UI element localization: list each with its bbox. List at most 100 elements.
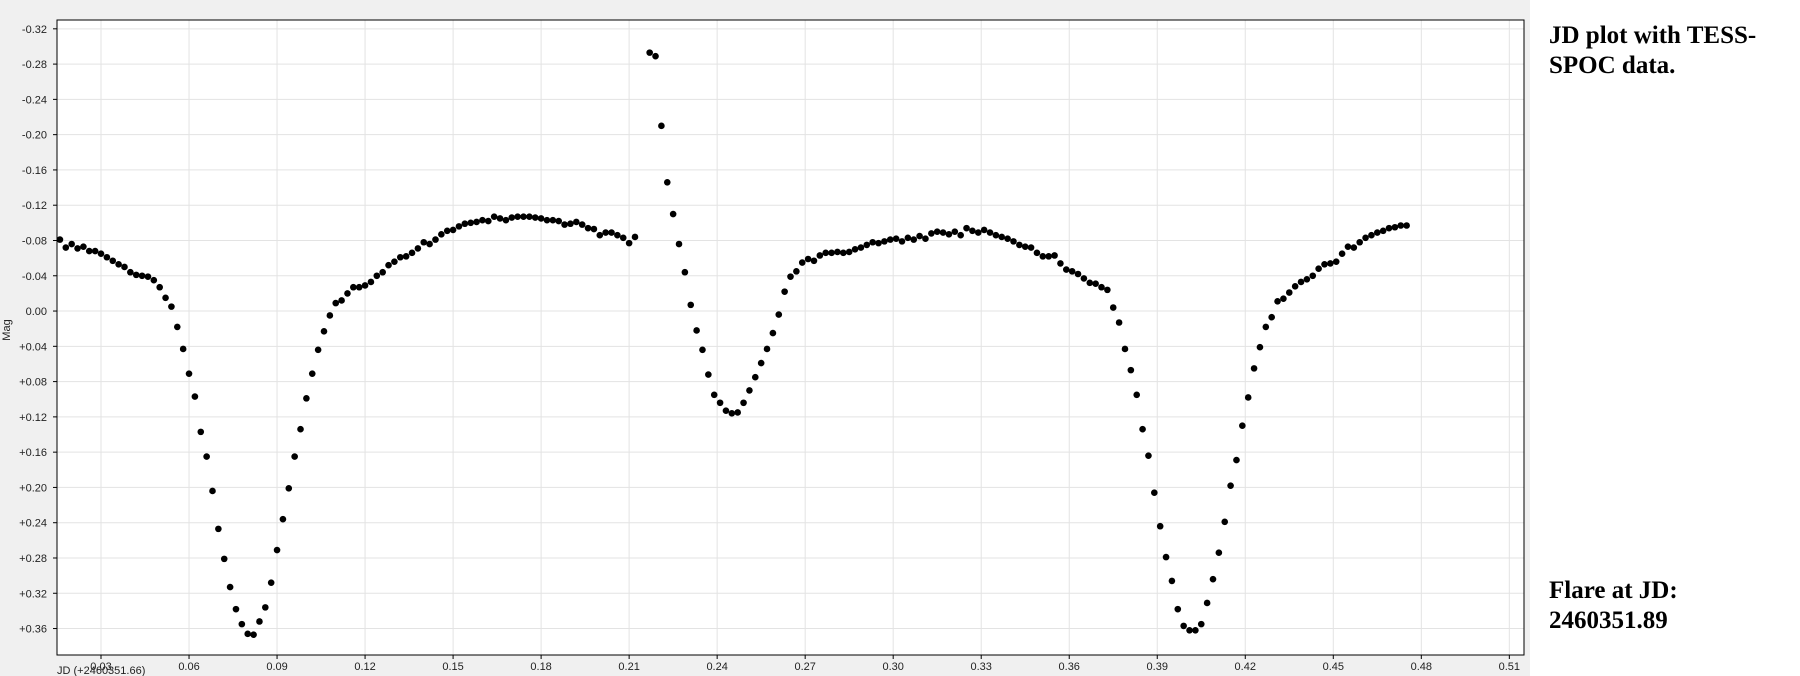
chart-caption: JD plot with TESS-SPOC data.	[1549, 22, 1757, 79]
x-tick-label: 0.06	[178, 661, 199, 673]
y-tick-label: -0.24	[22, 94, 47, 106]
data-point	[845, 248, 853, 256]
data-point	[816, 252, 824, 259]
data-point	[455, 223, 463, 230]
y-tick-label: +0.04	[19, 341, 47, 353]
data-point	[332, 299, 340, 307]
x-axis-ticks: 0.03 0.06 0.09 0.12 0.15 0.18 0.21 0.24 0.27 0.30…	[90, 655, 1520, 673]
data-point	[179, 345, 187, 353]
y-tick-label: +0.28	[19, 553, 47, 565]
data-point	[1168, 577, 1176, 585]
data-point	[775, 311, 783, 318]
data-point	[244, 630, 252, 638]
flare-annotation: Flare at JD: 2460351.89	[1549, 577, 1678, 634]
data-point	[220, 555, 228, 563]
x-tick-label: 0.45	[1323, 661, 1344, 673]
x-tick-label: 0.15	[442, 661, 463, 673]
data-point	[408, 249, 416, 257]
data-point	[1016, 241, 1023, 249]
data-point	[722, 407, 730, 415]
y-tick-label: -0.32	[22, 24, 47, 36]
data-point	[185, 370, 193, 377]
data-point	[992, 231, 1000, 239]
data-point	[1379, 227, 1387, 235]
data-point	[699, 346, 706, 354]
data-point	[687, 301, 695, 309]
data-point	[162, 294, 169, 302]
data-point	[1397, 222, 1405, 229]
data-point	[443, 227, 451, 235]
data-point	[1332, 258, 1340, 265]
data-point	[68, 240, 75, 248]
data-point	[898, 238, 906, 245]
data-point	[584, 224, 592, 232]
x-axis-title: JD (+2460351.66)	[57, 665, 145, 676]
y-tick-label: 0.00	[26, 306, 47, 318]
data-point	[769, 329, 777, 337]
data-point	[1221, 518, 1229, 526]
y-tick-label: -0.28	[22, 59, 47, 71]
data-point	[1291, 283, 1299, 290]
data-point	[197, 428, 205, 436]
data-point	[1104, 286, 1111, 294]
data-point	[168, 303, 175, 310]
data-point	[74, 245, 81, 252]
data-point	[226, 583, 234, 591]
data-point	[279, 515, 287, 523]
data-point	[1010, 238, 1017, 245]
data-point	[834, 248, 841, 256]
data-point	[267, 579, 275, 586]
data-point	[479, 216, 486, 224]
x-tick-label: 0.30	[882, 661, 903, 673]
data-point	[1315, 265, 1322, 273]
data-point	[1098, 283, 1105, 291]
data-point	[763, 345, 771, 353]
x-tick-label: 0.24	[706, 661, 727, 673]
data-point	[1156, 522, 1164, 530]
data-point	[1109, 304, 1117, 311]
data-point	[56, 236, 64, 243]
data-point	[432, 236, 439, 243]
data-point	[828, 249, 835, 257]
data-point	[1115, 319, 1123, 326]
y-tick-label: -0.08	[22, 235, 47, 247]
data-point	[922, 235, 929, 243]
data-point	[396, 253, 404, 261]
y-tick-label: +0.16	[19, 447, 47, 459]
data-point	[1197, 620, 1205, 628]
data-point	[590, 225, 598, 233]
data-point	[781, 288, 788, 295]
data-point	[514, 213, 521, 220]
data-point	[693, 327, 700, 334]
data-point	[173, 323, 181, 331]
data-point	[132, 271, 140, 279]
data-point	[1215, 549, 1223, 556]
data-point	[875, 239, 882, 247]
data-point	[1374, 229, 1381, 236]
data-point	[109, 257, 117, 265]
data-point	[1297, 278, 1305, 286]
data-point	[974, 229, 982, 236]
data-point	[951, 228, 959, 235]
y-tick-label: -0.20	[22, 130, 47, 142]
data-point	[1004, 235, 1011, 243]
data-point	[886, 236, 894, 243]
data-point	[573, 218, 580, 226]
data-point	[939, 229, 947, 236]
data-point	[496, 215, 504, 222]
data-point	[1151, 489, 1158, 497]
data-point	[1051, 252, 1058, 259]
data-point	[402, 253, 410, 260]
data-point	[751, 373, 759, 381]
data-point	[490, 213, 498, 220]
light-curve-chart: 0.03 0.06 0.09 0.12 0.15 0.18 0.21 0.24 0.27 0.30…	[1, 19, 1525, 676]
y-tick-label: +0.08	[19, 377, 47, 389]
data-point	[1309, 272, 1317, 280]
data-point	[963, 224, 970, 232]
data-point	[1356, 238, 1363, 246]
data-point	[344, 290, 351, 297]
y-tick-label: -0.04	[22, 271, 47, 283]
data-point	[1227, 482, 1234, 489]
data-point	[1274, 298, 1281, 305]
data-point	[625, 239, 633, 247]
